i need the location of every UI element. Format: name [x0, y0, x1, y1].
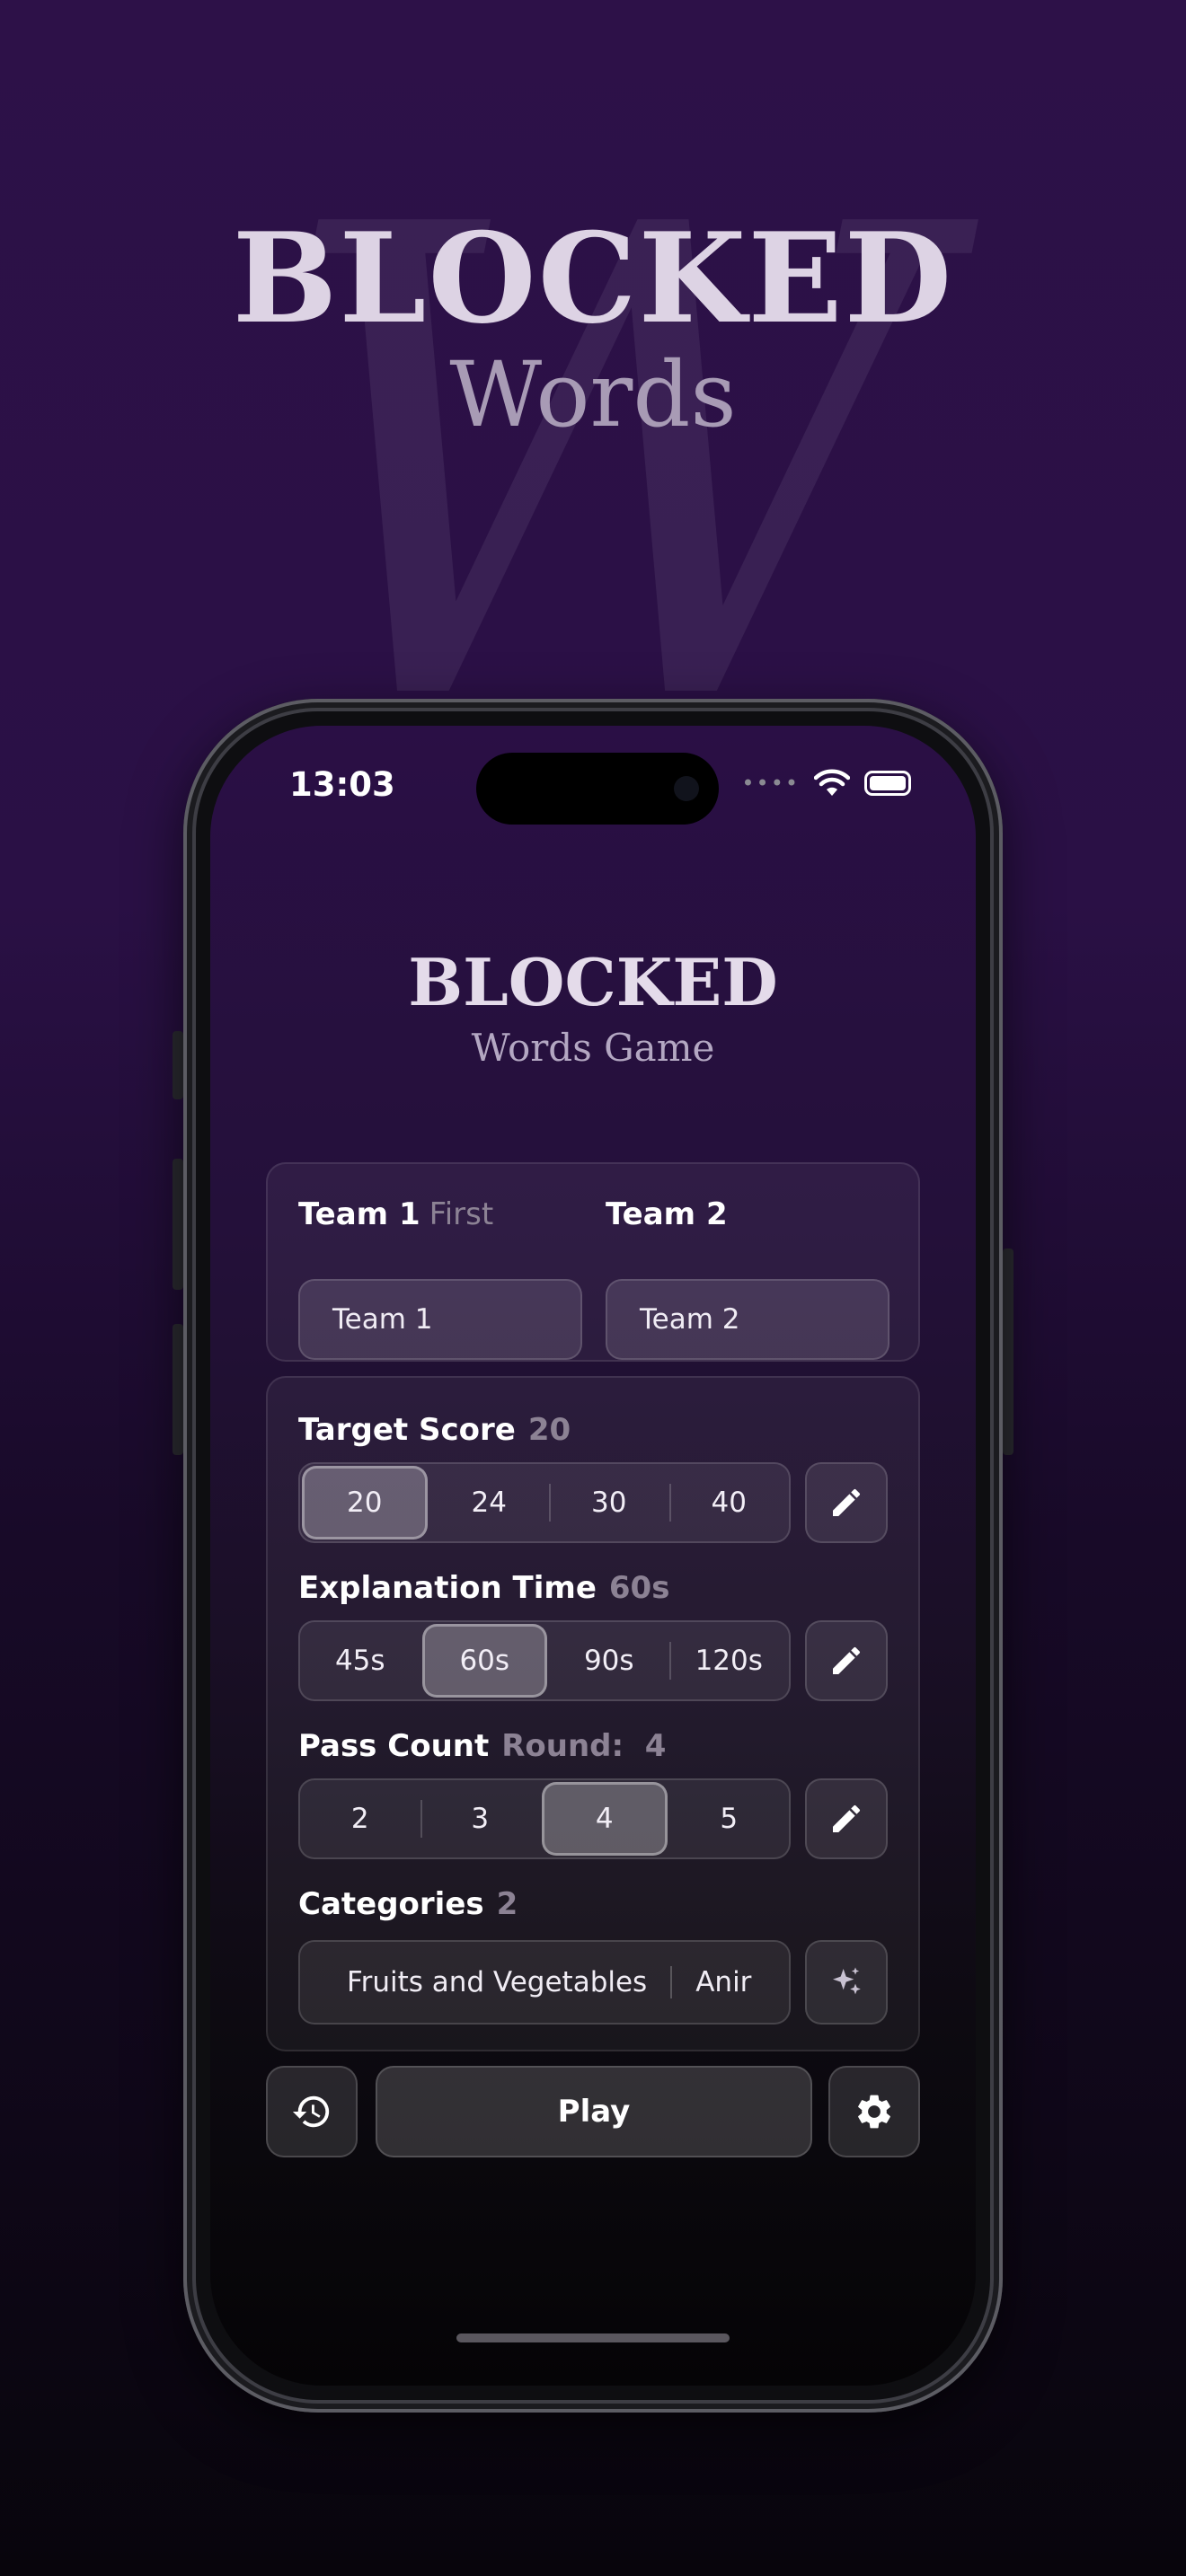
explanation-time-label: Explanation Time 60s	[298, 1570, 669, 1606]
pencil-icon	[833, 1804, 861, 1832]
bottom-actions: Play	[266, 2066, 920, 2157]
team-1-label: Team 1 First	[298, 1196, 582, 1232]
sparkles-icon	[833, 1967, 861, 1995]
category-chip[interactable]: Anir	[695, 1966, 751, 1998]
phone-action-button	[173, 1031, 183, 1099]
pencil-icon	[833, 1646, 861, 1674]
team-2-input[interactable]: Team 2	[606, 1279, 890, 1360]
pass-option-4[interactable]: 4	[542, 1782, 668, 1856]
signal-icon: ••••	[741, 771, 800, 796]
pass-count-label-text: Pass Count	[298, 1728, 490, 1764]
magic-categories-button[interactable]	[805, 1940, 888, 2025]
edit-target-score-button[interactable]	[805, 1462, 888, 1543]
team-2-label: Team 2	[606, 1196, 890, 1232]
categories-label-text: Categories	[298, 1886, 484, 1922]
team-1-section: Team 1 First Team 1	[298, 1196, 582, 1360]
app-title: BLOCKED	[408, 944, 778, 1020]
explanation-time-label-text: Explanation Time	[298, 1570, 597, 1606]
explanation-time-value: 60s	[608, 1570, 670, 1606]
team-1-input[interactable]: Team 1	[298, 1279, 582, 1360]
target-score-option-40[interactable]: 40	[668, 1464, 790, 1541]
status-icons: ••••	[741, 769, 911, 798]
edit-explanation-time-button[interactable]	[805, 1620, 888, 1701]
pass-option-3[interactable]: 3	[420, 1780, 541, 1857]
pass-count-label: Pass Count Round: 4	[298, 1728, 666, 1764]
settings-card: Target Score 20 20 24 30 40 Explanation T…	[266, 1376, 920, 2051]
pencil-icon	[833, 1488, 861, 1516]
teams-card: Team 1 First Team 1 Team 2 Team 2	[266, 1162, 920, 1362]
edit-pass-count-button[interactable]	[805, 1778, 888, 1859]
target-score-selector: 20 24 30 40	[298, 1462, 791, 1543]
target-score-label-text: Target Score	[298, 1412, 516, 1448]
time-option-90s[interactable]: 90s	[549, 1622, 669, 1699]
target-score-option-24[interactable]: 24	[429, 1464, 550, 1541]
time-option-120s[interactable]: 120s	[668, 1622, 790, 1699]
pass-option-2[interactable]: 2	[300, 1780, 420, 1857]
target-score-value: 20	[527, 1412, 571, 1448]
battery-icon	[864, 771, 911, 796]
team-2-label-text: Team 2	[606, 1196, 728, 1232]
app-subtitle: Words Game	[471, 1026, 715, 1070]
dynamic-island	[476, 753, 719, 825]
team-2-section: Team 2 Team 2	[606, 1196, 890, 1360]
hero-title: BLOCKED	[232, 205, 954, 351]
time-option-45s[interactable]: 45s	[300, 1622, 420, 1699]
target-score-option-30[interactable]: 30	[549, 1464, 669, 1541]
history-icon	[292, 2095, 330, 2128]
status-time: 13:03	[289, 765, 395, 804]
categories-count: 2	[496, 1886, 518, 1922]
play-button[interactable]: Play	[376, 2066, 812, 2157]
target-score-label: Target Score 20	[298, 1412, 571, 1448]
phone-power-button	[1003, 1248, 1013, 1455]
home-indicator	[456, 2333, 730, 2342]
categories-label: Categories 2	[298, 1886, 518, 1922]
first-team-badge: First	[429, 1196, 494, 1232]
hero-banner: W BLOCKED Words	[0, 0, 1186, 790]
pass-count-value: Round: 4	[501, 1728, 667, 1764]
explanation-time-selector: 45s 60s 90s 120s	[298, 1620, 791, 1701]
time-option-60s[interactable]: 60s	[421, 1624, 547, 1698]
target-score-option-20[interactable]: 20	[302, 1466, 428, 1539]
category-chip[interactable]: Fruits and Vegetables	[347, 1966, 647, 1998]
app-screen: 13:03 •••• BLOCKED Words Game Team 1 Firs…	[210, 726, 976, 2386]
settings-button[interactable]	[828, 2066, 920, 2157]
categories-list[interactable]: Fruits and Vegetables Anir	[298, 1940, 791, 2025]
category-divider	[670, 1966, 673, 1998]
team-1-label-text: Team 1	[298, 1196, 420, 1232]
camera-icon	[674, 776, 699, 801]
phone-volume-down	[173, 1324, 183, 1455]
phone-frame: 13:03 •••• BLOCKED Words Game Team 1 Firs…	[183, 699, 1003, 2413]
hero-subtitle: Words	[449, 342, 737, 447]
gear-icon	[858, 2095, 890, 2129]
pass-count-selector: 2 3 4 5	[298, 1778, 791, 1859]
history-button[interactable]	[266, 2066, 358, 2157]
phone-volume-up	[173, 1159, 183, 1290]
pass-option-5[interactable]: 5	[669, 1780, 790, 1857]
wifi-icon	[814, 769, 850, 796]
